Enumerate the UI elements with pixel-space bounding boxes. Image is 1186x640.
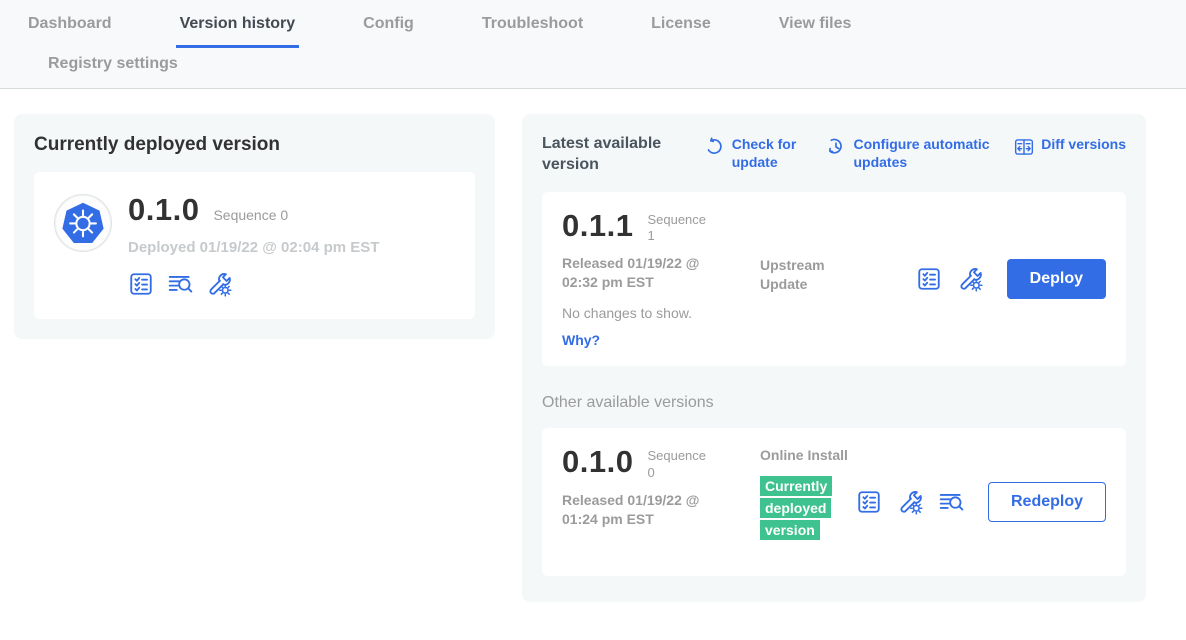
config-wrench-gear-icon[interactable] <box>897 489 923 515</box>
latest-card-actions: Deploy <box>916 259 1106 299</box>
tab-registry-settings-label: Registry settings <box>44 48 182 88</box>
other-version-info: 0.1.0 Sequence 0 Released 01/19/22 @ 01:… <box>562 446 760 528</box>
deployed-version-info: 0.1.0 Sequence 0 Deployed 01/19/22 @ 02:… <box>128 194 379 297</box>
latest-panel-header: Latest available version Check for updat… <box>542 134 1126 176</box>
checklist-icon[interactable] <box>916 266 942 292</box>
latest-version-info: 0.1.1 Sequence 1 Released 01/19/22 @ 02:… <box>562 210 760 348</box>
tab-troubleshoot[interactable]: Troubleshoot <box>478 8 587 48</box>
tab-version-history-label: Version history <box>176 8 300 48</box>
currently-deployed-panel: Currently deployed version <box>14 114 495 339</box>
kubernetes-logo-icon <box>60 200 106 246</box>
other-available-versions-title: Other available versions <box>542 394 1126 412</box>
tab-registry-settings[interactable]: Registry settings <box>44 48 182 88</box>
currently-deployed-badge-wrap: Currently deployed version <box>760 476 834 541</box>
app-logo-avatar <box>54 194 112 252</box>
tab-troubleshoot-label: Troubleshoot <box>478 8 587 48</box>
latest-version-number: 0.1.1 <box>562 210 633 241</box>
currently-deployed-card: 0.1.0 Sequence 0 Deployed 01/19/22 @ 02:… <box>34 172 475 319</box>
release-notes-icon[interactable] <box>938 489 964 515</box>
tab-view-files[interactable]: View files <box>775 8 856 48</box>
currently-deployed-title: Currently deployed version <box>34 134 475 156</box>
configure-automatic-updates-label: Configure automatic updates <box>853 136 991 171</box>
schedule-refresh-icon <box>826 137 846 157</box>
latest-available-panel: Latest available version Check for updat… <box>522 114 1146 602</box>
other-source-column: Online Install Currently deployed versio… <box>760 446 856 541</box>
deployed-timestamp: Deployed 01/19/22 @ 02:04 pm EST <box>128 239 379 256</box>
check-for-update-label: Check for update <box>732 136 804 171</box>
tab-dashboard-label: Dashboard <box>24 8 116 48</box>
checklist-icon[interactable] <box>128 271 154 297</box>
refresh-icon <box>705 137 725 157</box>
diff-versions-label: Diff versions <box>1041 136 1126 157</box>
release-notes-icon[interactable] <box>167 271 193 297</box>
other-release-card: 0.1.0 Sequence 0 Released 01/19/22 @ 01:… <box>542 428 1126 576</box>
tab-license-label: License <box>647 8 715 48</box>
latest-available-title: Latest available version <box>542 134 682 176</box>
deploy-button[interactable]: Deploy <box>1007 259 1106 299</box>
latest-released-timestamp: Released 01/19/22 @ 02:32 pm EST <box>562 254 730 292</box>
other-source-label: Online Install <box>760 446 856 465</box>
latest-sequence-label: Sequence 1 <box>647 210 715 245</box>
checklist-icon[interactable] <box>856 489 882 515</box>
latest-release-card: 0.1.1 Sequence 1 Released 01/19/22 @ 02:… <box>542 192 1126 366</box>
diff-versions-link[interactable]: Diff versions <box>1014 136 1126 157</box>
config-wrench-gear-icon[interactable] <box>206 271 232 297</box>
tab-license[interactable]: License <box>647 8 715 48</box>
tab-dashboard[interactable]: Dashboard <box>24 8 116 48</box>
other-released-timestamp: Released 01/19/22 @ 01:24 pm EST <box>562 491 730 529</box>
nav-row-1: Dashboard Version history Config Trouble… <box>0 8 1186 48</box>
deployed-icon-row <box>128 271 379 297</box>
deployed-version-number: 0.1.0 <box>128 194 199 225</box>
why-link[interactable]: Why? <box>562 332 760 348</box>
deployed-sequence-label: Sequence 0 <box>213 207 288 223</box>
latest-source-label: Upstream Update <box>760 256 856 294</box>
main-content: Currently deployed version <box>0 89 1186 602</box>
no-changes-text: No changes to show. <box>562 305 760 321</box>
app-nav: Dashboard Version history Config Trouble… <box>0 0 1186 89</box>
check-for-update-link[interactable]: Check for update <box>705 136 804 171</box>
other-sequence-label: Sequence 0 <box>647 446 715 481</box>
nav-row-2: Registry settings <box>0 48 1186 88</box>
tab-config[interactable]: Config <box>359 8 418 48</box>
tab-view-files-label: View files <box>775 8 856 48</box>
tab-config-label: Config <box>359 8 418 48</box>
redeploy-button[interactable]: Redeploy <box>988 482 1106 522</box>
other-version-number: 0.1.0 <box>562 446 633 477</box>
other-card-actions: Redeploy <box>856 482 1106 522</box>
diff-icon <box>1014 137 1034 157</box>
tab-version-history[interactable]: Version history <box>176 8 300 48</box>
config-wrench-gear-icon[interactable] <box>957 266 983 292</box>
currently-deployed-badge: Currently deployed version <box>760 476 832 539</box>
configure-automatic-updates-link[interactable]: Configure automatic updates <box>826 136 991 171</box>
